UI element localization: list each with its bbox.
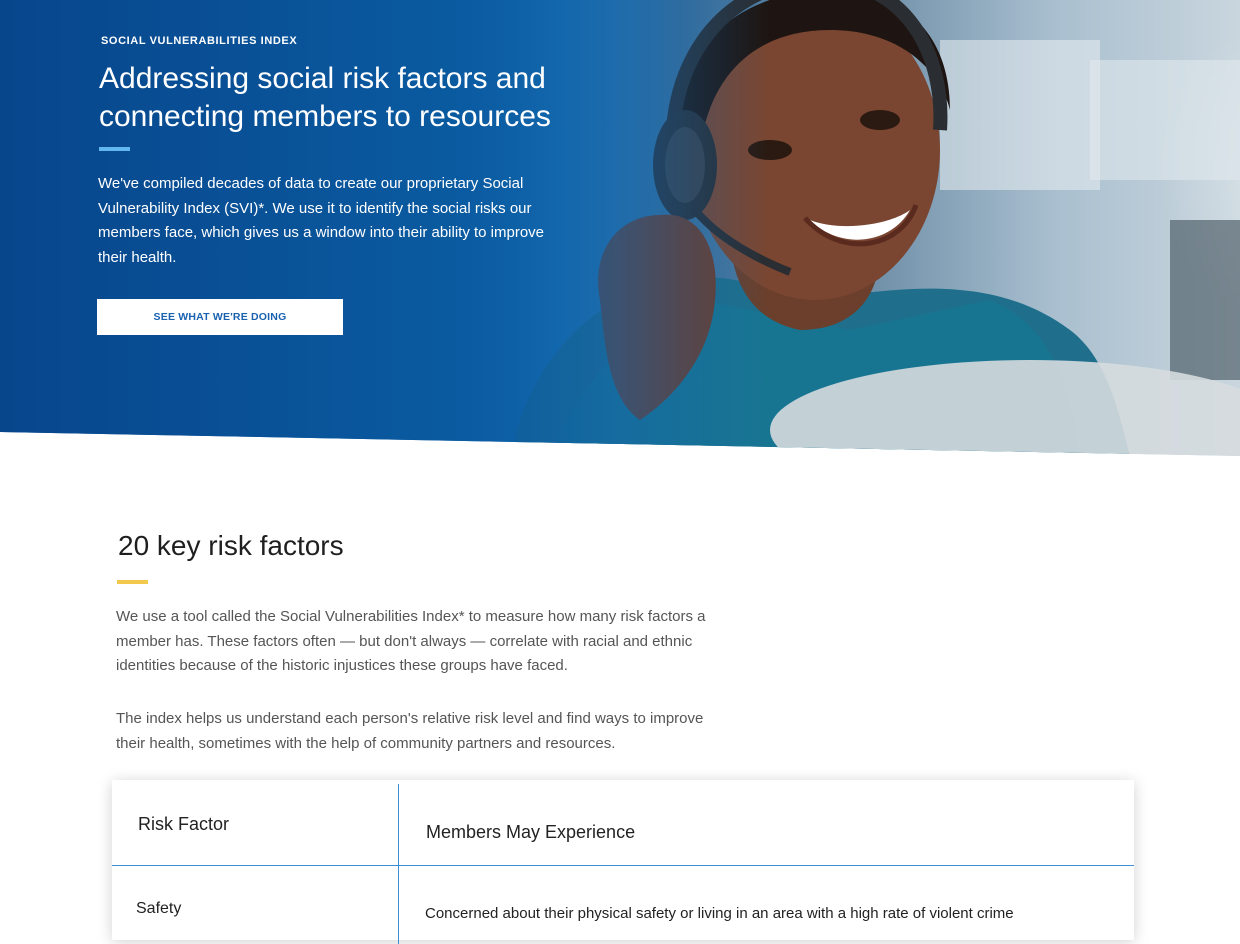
section-title: 20 key risk factors <box>118 530 344 561</box>
table-header-members-experience: Members May Experience <box>426 822 636 842</box>
section-paragraph-2: The index helps us understand each perso… <box>116 710 704 752</box>
hero-eyebrow: SOCIAL VULNERABILITIES INDEX <box>101 35 298 47</box>
hero-title: Addressing social risk factors and conne… <box>99 62 551 133</box>
section-paragraph-1: We use a tool called the Social Vulnerab… <box>116 608 706 674</box>
table-header-risk-factor: Risk Factor <box>138 814 230 834</box>
hero-body-text: We've compiled decades of data to create… <box>98 175 545 266</box>
hero-banner: SOCIAL VULNERABILITIES INDEX Addressing … <box>0 0 1240 456</box>
table-column-divider <box>398 784 399 944</box>
see-what-were-doing-button[interactable]: SEE WHAT WE'RE DOING <box>97 299 343 335</box>
section-accent-rule <box>117 580 148 584</box>
hero-accent-rule <box>99 147 130 151</box>
table-cell-factor: Safety <box>136 900 182 917</box>
table-cell-experience: Concerned about their physical safety or… <box>425 905 1014 922</box>
table-header-divider <box>112 865 1134 866</box>
risk-factor-table: Risk Factor Members May Experience Safet… <box>112 780 1134 944</box>
